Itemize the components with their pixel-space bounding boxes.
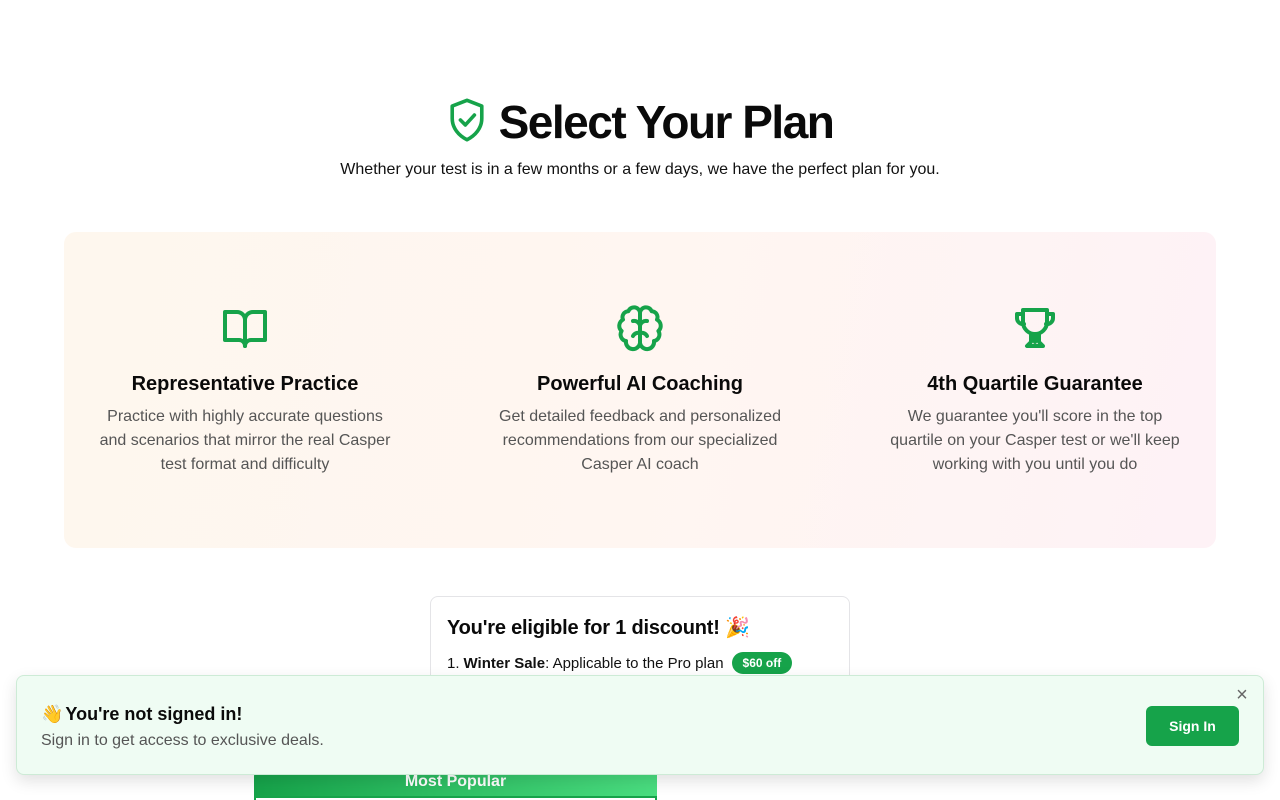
discount-item: 1. Winter Sale: Applicable to the Pro pl… bbox=[447, 652, 833, 674]
discount-item-index: 1. bbox=[447, 654, 460, 672]
feature-description: Practice with highly accurate questions … bbox=[99, 408, 391, 473]
toast-title: 👋 You're not signed in! bbox=[41, 704, 242, 725]
page-title: Select Your Plan bbox=[498, 96, 835, 148]
features-panel: Representative Practice Practice with hi… bbox=[64, 232, 1216, 548]
trophy-icon bbox=[875, 304, 1195, 354]
page-subtitle: Whether your test is in a few months or … bbox=[340, 161, 940, 178]
waving-hand-icon: 👋 bbox=[41, 704, 64, 724]
feature-description: We guarantee you'll score in the top qua… bbox=[890, 408, 1180, 473]
book-open-icon bbox=[85, 304, 405, 354]
title-row: Select Your Plan bbox=[0, 96, 1280, 148]
feature-title: 4th Quartile Guarantee bbox=[927, 373, 1143, 395]
party-popper-icon: 🎉 bbox=[725, 617, 750, 639]
toast-body: Sign in to get access to exclusive deals… bbox=[41, 732, 324, 749]
sign-in-toast: 👋 You're not signed in! Sign in to get a… bbox=[16, 675, 1264, 775]
discount-item-text: : Applicable to the Pro plan bbox=[545, 654, 724, 672]
hero-header: Select Your Plan Whether your test is in… bbox=[0, 96, 1280, 179]
brain-icon bbox=[480, 304, 800, 354]
shield-check-icon bbox=[447, 97, 487, 148]
discount-item-name: Winter Sale bbox=[463, 654, 546, 672]
feature-description: Get detailed feedback and personalized r… bbox=[499, 408, 781, 473]
feature-title: Powerful AI Coaching bbox=[537, 373, 743, 395]
feature-ai-coaching: Powerful AI Coaching Get detailed feedba… bbox=[480, 304, 800, 477]
plan-card bbox=[254, 796, 657, 800]
feature-quartile-guarantee: 4th Quartile Guarantee We guarantee you'… bbox=[875, 304, 1195, 477]
toast-title-text: You're not signed in! bbox=[65, 704, 243, 724]
sign-in-button[interactable]: Sign In bbox=[1146, 706, 1239, 746]
discount-badge: $60 off bbox=[731, 652, 793, 674]
close-icon[interactable]: × bbox=[1231, 684, 1253, 706]
discount-heading: You're eligible for 1 discount! 🎉 bbox=[447, 615, 833, 640]
feature-representative-practice: Representative Practice Practice with hi… bbox=[85, 304, 405, 477]
discount-heading-text: You're eligible for 1 discount! bbox=[447, 617, 720, 639]
feature-title: Representative Practice bbox=[131, 373, 359, 395]
